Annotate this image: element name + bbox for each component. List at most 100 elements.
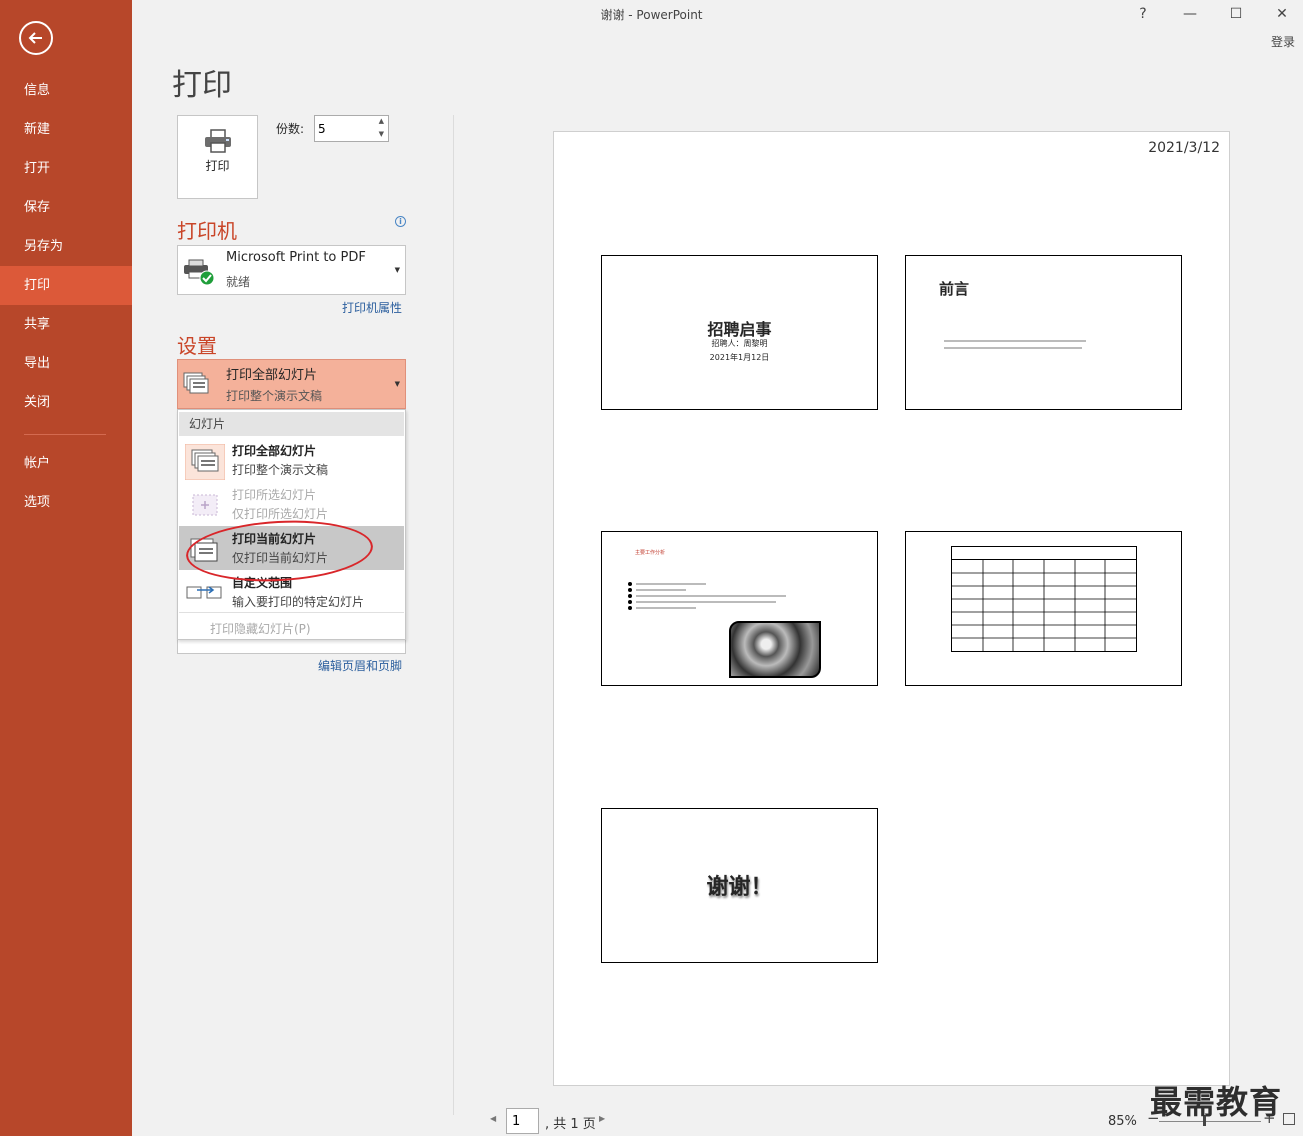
bullet-icon xyxy=(628,600,634,604)
printer-name: Microsoft Print to PDF xyxy=(226,250,366,265)
maximize-button[interactable]: ☐ xyxy=(1221,2,1251,26)
slide-range-sub: 打印整个演示文稿 xyxy=(226,389,323,403)
zoom-slider[interactable] xyxy=(1159,1121,1261,1122)
window-title: 谢谢 - PowerPoint xyxy=(600,8,703,22)
menu-item-title: 打印当前幻灯片 xyxy=(232,532,317,546)
menu-item-sub: 仅打印当前幻灯片 xyxy=(232,551,329,565)
current-slide-icon xyxy=(190,538,218,562)
text-line xyxy=(636,601,776,603)
spin-down-icon[interactable]: ▼ xyxy=(379,130,384,138)
edit-header-footer-link[interactable]: 编辑页眉和页脚 xyxy=(318,657,402,674)
text-line xyxy=(636,607,696,609)
copies-input[interactable] xyxy=(318,119,368,138)
menu-item-print-all[interactable]: 打印全部幻灯片 打印整个演示文稿 xyxy=(179,438,404,482)
slide-subtitle: 招聘人：周黎明 xyxy=(711,339,768,348)
bullet-icon xyxy=(628,582,634,586)
nav-open[interactable]: 打开 xyxy=(0,149,132,188)
menu-item-title: 打印所选幻灯片 xyxy=(232,488,317,502)
text-line xyxy=(636,589,686,591)
page-total: , 共 1 页 xyxy=(545,1117,596,1132)
menu-item-print-current[interactable]: 打印当前幻灯片 仅打印当前幻灯片 xyxy=(179,526,404,570)
dropdown-caret-icon: ▼ xyxy=(394,266,400,274)
slide-range-dropdown[interactable]: 打印全部幻灯片 打印整个演示文稿 ▼ xyxy=(177,359,406,409)
menu-header: 幻灯片 xyxy=(179,412,404,436)
nav-share[interactable]: 共享 xyxy=(0,305,132,344)
backstage-nav: 信息 新建 打开 保存 另存为 打印 共享 导出 关闭 帐户 选项 xyxy=(0,0,132,1136)
zoom-slider-thumb[interactable] xyxy=(1203,1115,1206,1126)
slide-image xyxy=(729,621,821,678)
all-slides-icon xyxy=(185,444,225,480)
menu-item-title: 打印全部幻灯片 xyxy=(232,444,317,458)
nav-separator xyxy=(24,434,106,435)
nav-options[interactable]: 选项 xyxy=(0,483,132,522)
back-arrow-icon xyxy=(28,32,42,44)
table-header-row xyxy=(952,547,1136,560)
nav-save[interactable]: 保存 xyxy=(0,188,132,227)
slide-thumbnail: 前言 xyxy=(905,255,1182,410)
zoom-in-button[interactable]: + xyxy=(1263,1109,1276,1127)
nav-new[interactable]: 新建 xyxy=(0,110,132,149)
slide-title: 前言 xyxy=(939,280,970,298)
slide-title: 招聘启事 xyxy=(707,320,772,339)
menu-item-sub: 仅打印所选幻灯片 xyxy=(232,507,329,521)
selection-slides-icon xyxy=(192,494,218,516)
dropdown-caret-icon: ▼ xyxy=(394,380,400,388)
next-page-icon[interactable]: ▶ xyxy=(599,1114,605,1123)
login-link[interactable]: 登录 xyxy=(1271,33,1295,50)
text-line xyxy=(944,347,1082,349)
bullet-icon xyxy=(628,588,634,592)
nav-info[interactable]: 信息 xyxy=(0,71,132,110)
minimize-button[interactable]: — xyxy=(1175,2,1205,26)
dropdown-underlay xyxy=(177,640,406,654)
back-button[interactable] xyxy=(19,21,53,55)
menu-item-sub: 打印整个演示文稿 xyxy=(232,463,329,477)
slide-thumbnail: 谢谢！ xyxy=(601,808,878,963)
menu-item-custom-range[interactable]: 自定义范围 输入要打印的特定幻灯片 xyxy=(179,570,404,614)
nav-save-as[interactable]: 另存为 xyxy=(0,227,132,266)
copies-stepper[interactable]: ▲ ▼ xyxy=(314,115,389,142)
menu-item-title: 自定义范围 xyxy=(232,576,293,590)
page-number-input[interactable] xyxy=(506,1108,539,1134)
slide-thumbnail xyxy=(905,531,1182,686)
print-hidden-slides-option: 打印隐藏幻灯片(P) xyxy=(210,622,311,636)
slide-date: 2021年1月12日 xyxy=(709,353,770,362)
custom-range-icon xyxy=(186,586,222,599)
print-button-label: 打印 xyxy=(205,159,230,173)
settings-heading: 设置 xyxy=(177,334,217,358)
page-title: 打印 xyxy=(172,68,232,103)
slide-title: 谢谢！ xyxy=(706,875,773,900)
zoom-percent[interactable]: 85% xyxy=(1108,1114,1137,1129)
previous-page-icon[interactable]: ◀ xyxy=(490,1114,496,1123)
close-window-button[interactable]: ✕ xyxy=(1267,2,1297,26)
printer-properties-link[interactable]: 打印机属性 xyxy=(342,299,402,316)
table-grid xyxy=(952,560,1136,651)
nav-export[interactable]: 导出 xyxy=(0,344,132,383)
all-slides-icon xyxy=(183,372,209,394)
menu-separator xyxy=(179,612,404,613)
print-button[interactable]: 打印 xyxy=(177,115,258,199)
slide-thumbnail: 招聘启事 招聘人：周黎明 2021年1月12日 xyxy=(601,255,878,410)
printer-dropdown[interactable]: Microsoft Print to PDF 就绪 ▼ xyxy=(177,245,406,295)
slide-thumbnail: 主要工作分析 xyxy=(601,531,878,686)
panel-divider xyxy=(453,115,454,1115)
nav-account[interactable]: 帐户 xyxy=(0,444,132,483)
menu-item-sub: 输入要打印的特定幻灯片 xyxy=(232,595,365,609)
slide-range-menu: 幻灯片 打印全部幻灯片 打印整个演示文稿 打印所选幻灯片 仅打印所选幻灯片 打印… xyxy=(177,409,406,640)
zoom-out-button[interactable]: − xyxy=(1147,1109,1160,1127)
info-icon[interactable]: i xyxy=(395,216,406,227)
nav-print[interactable]: 打印 xyxy=(0,266,132,305)
printer-icon xyxy=(204,129,231,153)
copies-label: 份数: xyxy=(276,122,305,136)
bullet-icon xyxy=(628,594,634,598)
nav-close[interactable]: 关闭 xyxy=(0,383,132,422)
menu-item-print-selection: 打印所选幻灯片 仅打印所选幻灯片 xyxy=(179,482,404,526)
preview-date: 2021/3/12 xyxy=(1148,140,1220,156)
fit-to-window-icon[interactable] xyxy=(1283,1113,1295,1125)
slide-table xyxy=(951,546,1137,652)
printer-ready-icon xyxy=(184,259,215,286)
spin-up-icon[interactable]: ▲ xyxy=(379,117,384,125)
printer-heading: 打印机 xyxy=(177,219,237,243)
text-line xyxy=(636,595,786,597)
printer-status: 就绪 xyxy=(226,275,251,289)
help-button[interactable]: ? xyxy=(1128,2,1158,26)
